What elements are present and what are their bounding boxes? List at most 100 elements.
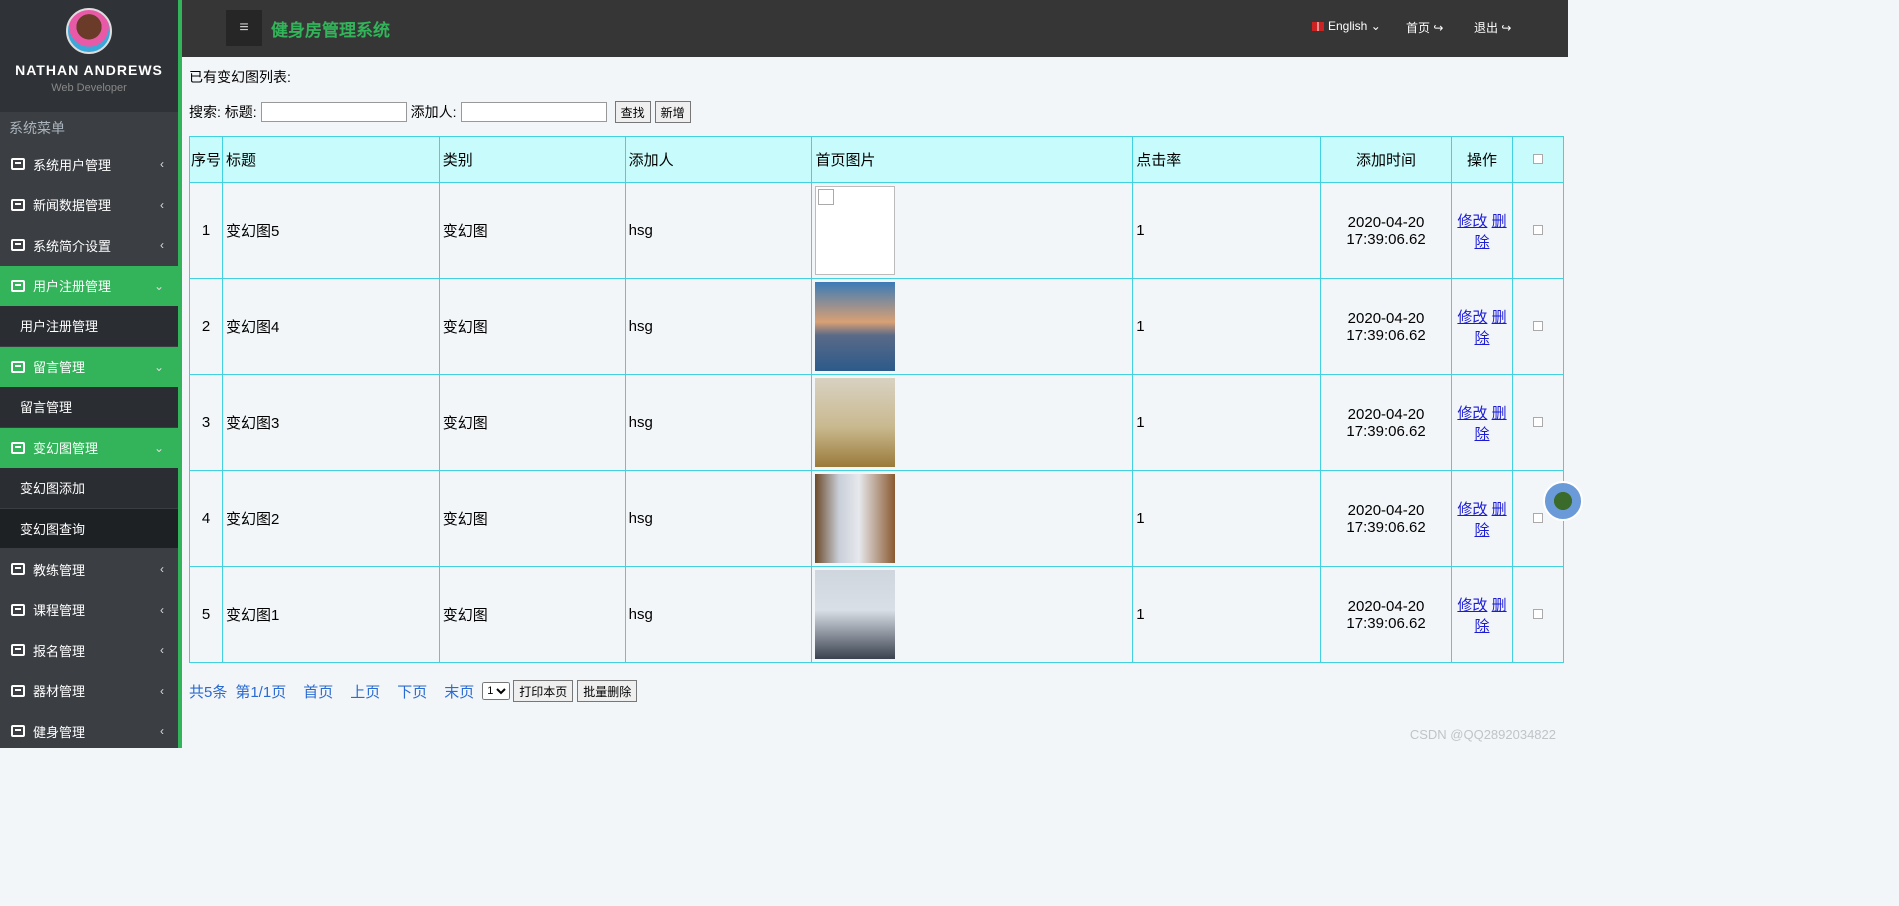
edit-link[interactable]: 修改 — [1457, 405, 1487, 422]
exit-arrow-icon: ↪ — [1433, 21, 1444, 35]
sidebar-item-label: 器材管理 — [33, 684, 86, 700]
table-header-row: 序号 标题 类别 添加人 首页图片 点击率 添加时间 操作 — [189, 136, 1565, 183]
row-checkbox[interactable] — [1532, 609, 1543, 619]
row-checkbox[interactable] — [1532, 417, 1543, 427]
cell-no: 3 — [189, 374, 223, 471]
cell-actions: 修改 删除 — [1451, 470, 1513, 567]
sidebar-item-label: 变幻图管理 — [33, 441, 99, 457]
print-page-button[interactable]: 打印本页 — [513, 680, 574, 702]
pager: 共5条 第1/1页 首页 上页 下页 末页 1 打印本页 批量删除 — [189, 680, 638, 702]
cell-select — [1511, 182, 1565, 279]
col-header-category: 类别 — [438, 136, 626, 183]
cell-image — [811, 278, 1134, 375]
sidebar-subitem[interactable]: 变幻图添加 — [0, 468, 178, 509]
profile-name: NATHAN ANDREWS — [15, 62, 163, 78]
home-link[interactable]: 首页 ↪ — [1406, 19, 1443, 36]
row-checkbox[interactable] — [1532, 225, 1543, 235]
cell-adder: hsg — [624, 278, 813, 375]
cell-time: 2020-04-20 17:39:06.62 — [1320, 374, 1453, 471]
thumbnail-image — [815, 570, 896, 659]
cell-category: 变幻图 — [438, 566, 626, 663]
sidebar-subitem[interactable]: 留言管理 — [0, 387, 178, 428]
cell-time: 2020-04-20 17:39:06.62 — [1320, 470, 1453, 567]
row-checkbox[interactable] — [1532, 513, 1543, 523]
sidebar-item-label: 报名管理 — [33, 643, 86, 659]
cell-time: 2020-04-20 17:39:06.62 — [1320, 566, 1453, 663]
add-button[interactable]: 新增 — [654, 101, 691, 123]
language-dropdown[interactable]: English ⌄ — [1312, 19, 1381, 33]
edit-link[interactable]: 修改 — [1457, 213, 1487, 230]
window-icon — [11, 563, 25, 576]
adder-search-input[interactable] — [460, 102, 607, 122]
sidebar-item[interactable]: 留言管理 ⌄ — [0, 346, 178, 387]
profile-role: Web Developer — [51, 82, 127, 94]
sidebar-item[interactable]: 教练管理 ‹ — [0, 549, 178, 590]
sidebar-item[interactable]: 系统简介设置 ‹ — [0, 225, 178, 266]
edit-link[interactable]: 修改 — [1457, 597, 1487, 614]
sidebar-item-label: 教练管理 — [33, 562, 86, 578]
row-checkbox[interactable] — [1532, 321, 1543, 331]
batch-delete-button[interactable]: 批量删除 — [577, 680, 638, 702]
home-label: 首页 — [1406, 21, 1431, 35]
sidebar-item[interactable]: 课程管理 ‹ — [0, 590, 178, 631]
sidebar-item[interactable]: 新闻数据管理 ‹ — [0, 185, 178, 226]
cell-select — [1511, 278, 1565, 375]
window-icon — [11, 239, 25, 252]
window-icon — [11, 441, 25, 454]
floating-avatar[interactable] — [1543, 481, 1583, 521]
cell-adder: hsg — [624, 470, 813, 567]
logout-icon: ↪ — [1501, 21, 1512, 35]
title-search-input[interactable] — [260, 102, 407, 122]
find-button[interactable]: 查找 — [614, 101, 651, 123]
chevron-icon: ⌄ — [153, 278, 164, 293]
col-header-no: 序号 — [189, 136, 223, 183]
logout-label: 退出 — [1474, 21, 1499, 35]
sidebar-accent-bar — [178, 0, 182, 748]
window-icon — [11, 198, 25, 211]
thumbnail-image — [815, 378, 896, 467]
edit-link[interactable]: 修改 — [1457, 309, 1487, 326]
sidebar-subitem[interactable]: 用户注册管理 — [0, 306, 178, 347]
sidebar-item-label: 课程管理 — [33, 603, 86, 619]
cell-adder: hsg — [624, 566, 813, 663]
menu-title: 系统菜单 — [0, 112, 178, 144]
sidebar-item[interactable]: 健身管理 ‹ — [0, 711, 178, 748]
select-all-checkbox[interactable] — [1532, 154, 1543, 164]
page-select[interactable]: 1 — [482, 682, 511, 700]
window-icon — [11, 725, 25, 738]
next-page-link[interactable]: 下页 — [397, 681, 427, 702]
cell-actions: 修改 删除 — [1451, 182, 1513, 279]
sidebar-item[interactable]: 系统用户管理 ‹ — [0, 144, 178, 185]
sidebar-item[interactable]: 器材管理 ‹ — [0, 671, 178, 712]
cell-actions: 修改 删除 — [1451, 278, 1513, 375]
first-page-link[interactable]: 首页 — [303, 681, 333, 702]
window-icon — [11, 644, 25, 657]
cell-no: 1 — [189, 182, 223, 279]
cell-image — [811, 566, 1134, 663]
window-icon — [11, 279, 25, 292]
cell-time: 2020-04-20 17:39:06.62 — [1320, 278, 1453, 375]
logout-link[interactable]: 退出 ↪ — [1474, 19, 1511, 36]
sidebar-subitem[interactable]: 变幻图查询 — [0, 508, 178, 549]
window-icon — [11, 603, 25, 616]
cell-time: 2020-04-20 17:39:06.62 — [1320, 182, 1453, 279]
window-icon — [11, 360, 25, 373]
hamburger-menu-button[interactable]: ≡ — [226, 10, 262, 46]
chevron-icon: ‹ — [160, 238, 164, 253]
sidebar-item[interactable]: 用户注册管理 ⌄ — [0, 265, 178, 306]
chevron-icon: ‹ — [160, 602, 164, 617]
sidebar-item[interactable]: 变幻图管理 ⌄ — [0, 427, 178, 468]
prev-page-link[interactable]: 上页 — [350, 681, 380, 702]
cell-title: 变幻图4 — [221, 278, 440, 375]
profile-panel: NATHAN ANDREWS Web Developer — [0, 0, 178, 112]
cell-no: 5 — [189, 566, 223, 663]
edit-link[interactable]: 修改 — [1457, 501, 1487, 518]
chevron-icon: ‹ — [160, 157, 164, 172]
table-row: 4 变幻图2 变幻图 hsg 1 2020-04-20 17:39:06.62 修改 删除 — [189, 470, 1565, 567]
total-count: 共5条 — [189, 683, 228, 701]
last-page-link[interactable]: 末页 — [444, 681, 474, 702]
chevron-icon: ‹ — [160, 643, 164, 658]
sidebar-item[interactable]: 报名管理 ‹ — [0, 630, 178, 671]
cell-title: 变幻图2 — [221, 470, 440, 567]
data-table: 序号 标题 类别 添加人 首页图片 点击率 添加时间 操作 1 变幻图5 变幻图 hs… — [189, 136, 1565, 663]
